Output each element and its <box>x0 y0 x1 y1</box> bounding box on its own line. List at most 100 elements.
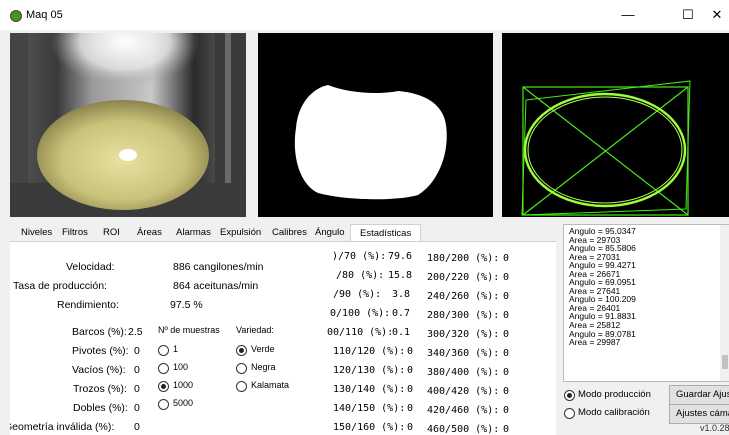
tab-expulsion[interactable]: Expulsión <box>217 226 264 240</box>
samples-radio-100[interactable] <box>158 363 169 374</box>
caliber-label: /80 (%): <box>336 270 385 281</box>
production-mode-label: Modo producción <box>578 389 651 400</box>
caliber-value: 0 <box>407 422 414 433</box>
caliber-value: 0 <box>503 272 510 283</box>
samples-radio-1[interactable] <box>158 345 169 356</box>
caliber-label: 300/320 (%): <box>427 329 500 340</box>
close-button[interactable]: ✕ <box>705 4 729 26</box>
caliber-label: 400/420 (%): <box>427 386 500 397</box>
defect-label: Trozos (%): <box>73 383 127 395</box>
defect-value: 0 <box>134 402 140 414</box>
caliber-label: 140/150 (%): <box>333 403 406 414</box>
tab-areas[interactable]: Áreas <box>134 226 165 240</box>
tab-angulo[interactable]: Ángulo <box>312 226 348 240</box>
defect-value: 0 <box>134 345 140 357</box>
mask-olive-view <box>294 85 447 200</box>
variety-option-label: Negra <box>251 362 276 372</box>
caliber-value: 0 <box>503 329 510 340</box>
caliber-label: 340/360 (%): <box>427 348 500 359</box>
caliber-label: 130/140 (%): <box>333 384 406 395</box>
caliber-value: 0 <box>503 367 510 378</box>
samples-radio-1000[interactable] <box>158 381 169 392</box>
scrollbar-thumb[interactable] <box>722 355 728 369</box>
caliber-value: 0 <box>503 253 510 264</box>
variety-radio-verde[interactable] <box>236 345 247 356</box>
tab-alarmas[interactable]: Alarmas <box>173 226 214 240</box>
version-label: v1.0.28 <box>700 423 729 433</box>
tab-calibres[interactable]: Calibres <box>269 226 310 240</box>
variety-option-label: Verde <box>251 344 275 354</box>
production-rate-value: 864 aceitunas/min <box>173 280 259 292</box>
caliber-value: 0.7 <box>392 308 411 319</box>
caliber-value: 15.8 <box>388 270 413 281</box>
velocity-value: 886 cangilones/min <box>173 261 264 273</box>
caliber-label: 460/500 (%): <box>427 424 500 435</box>
defect-label: Dobles (%): <box>73 402 128 414</box>
contour-image <box>502 33 729 217</box>
caliber-value: 0 <box>407 384 414 395</box>
tab-roi[interactable]: ROI <box>100 226 123 240</box>
app-icon <box>10 10 22 22</box>
samples-title: Nº de muestras <box>158 325 220 335</box>
defect-label: Barcos (%): <box>72 326 127 338</box>
velocity-label: Velocidad: <box>66 261 115 273</box>
samples-option-label: 5000 <box>173 398 194 408</box>
samples-radio-5000[interactable] <box>158 399 169 410</box>
camera-image <box>10 33 246 217</box>
save-settings-button[interactable]: Guardar Ajustes <box>669 385 729 405</box>
contour-olive-view <box>521 80 691 216</box>
production-mode-radio[interactable] <box>564 390 575 401</box>
calibration-mode-radio[interactable] <box>564 408 575 419</box>
log-scrollbar[interactable] <box>720 225 729 381</box>
calibration-mode-label: Modo calibración <box>578 407 650 418</box>
variety-radio-negra[interactable] <box>236 363 247 374</box>
defect-label: Vacíos (%): <box>72 364 126 376</box>
caliber-label: 110/120 (%): <box>333 346 406 357</box>
tab-strip: Niveles Filtros ROI Áreas Alarmas Expuls… <box>10 224 556 243</box>
window-title: Maq 05 <box>26 9 63 21</box>
defect-label: Pivotes (%): <box>72 345 129 357</box>
caliber-label: 0/100 (%): <box>330 308 391 319</box>
caliber-value: 0 <box>503 405 510 416</box>
defect-value: 0 <box>134 383 140 395</box>
caliber-value: 0 <box>503 386 510 397</box>
caliber-value: 0 <box>503 310 510 321</box>
caliber-label: 150/160 (%): <box>333 422 406 433</box>
defect-value: 2.5 <box>128 326 143 338</box>
tab-filtros[interactable]: Filtros <box>59 226 91 240</box>
maximize-button[interactable]: ☐ <box>668 4 708 26</box>
samples-option-label: 100 <box>173 362 189 372</box>
statistics-panel: Velocidad: 886 cangilones/min Tasa de pr… <box>10 241 556 435</box>
tab-niveles[interactable]: Niveles <box>18 226 55 240</box>
log-line: Area = 29987 <box>569 337 621 348</box>
caliber-label: 420/460 (%): <box>427 405 500 416</box>
caliber-label: 200/220 (%): <box>427 272 500 283</box>
caliber-value: 0 <box>407 346 414 357</box>
caliber-label: 280/300 (%): <box>427 310 500 321</box>
caliber-label: 00/110 (%): <box>327 327 394 338</box>
defect-value: 0 <box>134 421 140 433</box>
camera-settings-button[interactable]: Ajustes cámara <box>669 404 729 424</box>
defect-label: Geometría inválida (%): <box>10 421 115 433</box>
caliber-label: 180/200 (%): <box>427 253 500 264</box>
caliber-value: 79.6 <box>388 251 413 262</box>
yield-value: 97.5 % <box>170 299 203 311</box>
caliber-value: 0 <box>503 291 510 302</box>
caliber-value: 0 <box>407 403 414 414</box>
camera-olive-view <box>10 33 246 217</box>
caliber-value: 0 <box>503 424 510 435</box>
caliber-value: 0 <box>503 348 510 359</box>
caliber-label: 240/260 (%): <box>427 291 500 302</box>
production-rate-label: Tasa de producción: <box>13 280 107 292</box>
caliber-value: 0 <box>407 365 414 376</box>
caliber-label: 120/130 (%): <box>333 365 406 376</box>
samples-option-label: 1000 <box>173 380 194 390</box>
minimize-button[interactable]: — <box>608 4 648 26</box>
caliber-label: )/70 (%): <box>332 251 387 262</box>
defect-value: 0 <box>134 364 140 376</box>
measurement-log[interactable]: Angulo = 95.0347 Area = 29703 Angulo = 8… <box>563 224 729 382</box>
samples-option-label: 1 <box>173 344 179 354</box>
mask-image <box>258 33 493 217</box>
caliber-label: /90 (%): <box>333 289 382 300</box>
variety-radio-kalamata[interactable] <box>236 381 247 392</box>
